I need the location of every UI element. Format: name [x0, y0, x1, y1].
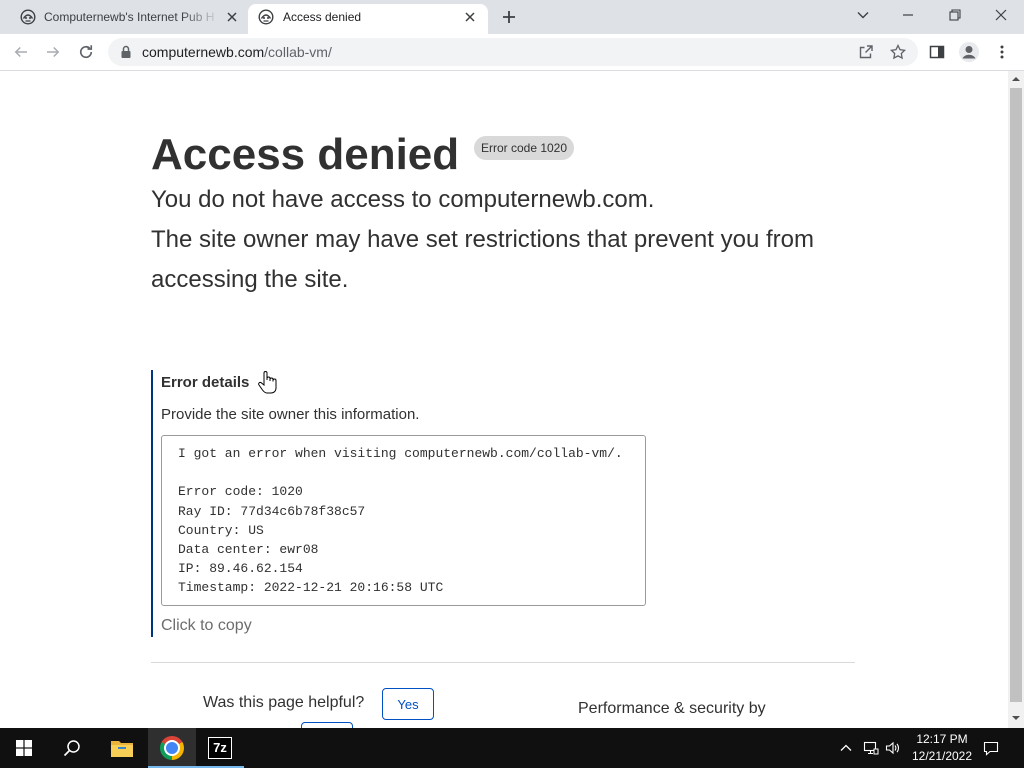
taskbar-chrome[interactable] [148, 728, 196, 768]
divider [151, 662, 855, 663]
search-button[interactable] [48, 728, 96, 768]
close-icon [995, 9, 1007, 21]
page-title: Access denied [151, 130, 460, 179]
close-window-button[interactable] [977, 0, 1024, 30]
minimize-button[interactable] [885, 0, 931, 30]
error-details-section: Error details Provide the site owner thi… [151, 370, 751, 637]
system-clock[interactable]: 12:17 PM 12/21/2022 [907, 728, 977, 768]
minimize-icon [902, 9, 914, 21]
close-tab-icon[interactable] [462, 9, 478, 25]
file-explorer-icon [110, 738, 134, 758]
performance-security-text: Performance & security by [578, 700, 766, 717]
windows-taskbar: 7z 12:17 PM 12/21/2022 [0, 728, 1024, 768]
report-line: I got an error when visiting computernew… [178, 446, 623, 461]
url-path: /collab-vm/ [264, 44, 332, 60]
share-icon[interactable] [858, 44, 874, 60]
scroll-down-arrow-icon[interactable] [1012, 714, 1020, 722]
start-button[interactable] [0, 728, 48, 768]
new-tab-button[interactable] [497, 5, 521, 29]
chrome-icon [160, 736, 184, 760]
restore-icon [949, 9, 961, 21]
notifications-icon[interactable] [983, 740, 999, 756]
report-line: Error code: 1020 [178, 484, 303, 500]
address-bar[interactable]: computernewb.com/collab-vm/ [108, 38, 918, 66]
side-panel-button[interactable] [923, 38, 951, 66]
tab-search-button[interactable] [840, 0, 886, 30]
scrollbar-thumb[interactable] [1010, 88, 1022, 702]
search-icon [63, 739, 81, 757]
back-button[interactable] [7, 38, 35, 66]
tab-access-denied[interactable]: Access denied [248, 4, 488, 34]
error-details-instructions: Provide the site owner this information. [161, 406, 420, 423]
tab-computernewb[interactable]: Computernewb's Internet Pub H [8, 4, 248, 34]
profile-button[interactable] [955, 38, 983, 66]
scroll-up-arrow-icon[interactable] [1012, 75, 1020, 83]
side-panel-icon [929, 44, 945, 60]
volume-icon[interactable] [885, 740, 901, 756]
show-hidden-icons-chevron-icon[interactable] [838, 740, 854, 756]
lock-icon[interactable] [118, 44, 134, 60]
clock-date: 12/21/2022 [911, 749, 973, 763]
error-code-badge: Error code 1020 [474, 136, 574, 160]
report-line: Data center: ewr08 [178, 541, 319, 557]
taskbar-file-explorer[interactable] [98, 728, 146, 768]
forward-button[interactable] [39, 38, 67, 66]
chrome-menu-button[interactable] [988, 38, 1016, 66]
profile-icon [959, 42, 979, 62]
report-line: Timestamp: 2022-12-21 20:16:58 UTC [178, 580, 444, 596]
computernewb-favicon-icon [20, 9, 36, 25]
reload-button[interactable] [72, 38, 100, 66]
chevron-down-icon [856, 8, 870, 22]
feedback-question: Was this page helpful? [203, 694, 365, 711]
access-message: You do not have access to computernewb.c… [151, 186, 655, 213]
error-details-heading[interactable]: Error details [161, 373, 249, 393]
reload-icon [77, 43, 95, 61]
page-content: Access denied Error code 1020 You do not… [0, 71, 1008, 728]
network-icon[interactable] [863, 740, 879, 756]
clock-time: 12:17 PM [916, 732, 968, 746]
browser-toolbar: computernewb.com/collab-vm/ [0, 34, 1024, 71]
menu-icon [994, 44, 1010, 60]
forward-icon [44, 43, 62, 61]
report-line: Country: US [178, 522, 264, 538]
tab-title: Access denied [283, 10, 362, 24]
report-line: Ray ID: 77d34c6b78f38c57 [178, 503, 366, 519]
error-report-box[interactable]: I got an error when visiting computernew… [161, 435, 646, 606]
close-tab-icon[interactable] [224, 9, 240, 25]
restore-button[interactable] [932, 0, 978, 30]
back-icon [12, 43, 30, 61]
url-host: computernewb.com [142, 44, 265, 60]
page-scrollbar[interactable] [1008, 71, 1024, 728]
report-line [178, 463, 629, 482]
hand-cursor-icon [257, 370, 277, 396]
browser-tab-strip: Computernewb's Internet Pub H Access den… [0, 0, 1024, 34]
computernewb-favicon-icon [258, 9, 274, 25]
tab-title: Computernewb's Internet Pub H [44, 10, 215, 24]
click-to-copy-link[interactable]: Click to copy [161, 616, 252, 636]
feedback-yes-button[interactable]: Yes [382, 688, 434, 720]
url-text[interactable]: computernewb.com/collab-vm/ [142, 38, 332, 66]
restriction-explanation: The site owner may have set restrictions… [151, 226, 814, 293]
plus-icon [501, 9, 517, 25]
7zip-icon: 7z [208, 737, 232, 759]
windows-logo-icon [16, 740, 32, 756]
report-line: IP: 89.46.62.154 [178, 561, 303, 577]
star-icon[interactable] [890, 44, 906, 60]
taskbar-7zip[interactable]: 7z [196, 728, 244, 768]
